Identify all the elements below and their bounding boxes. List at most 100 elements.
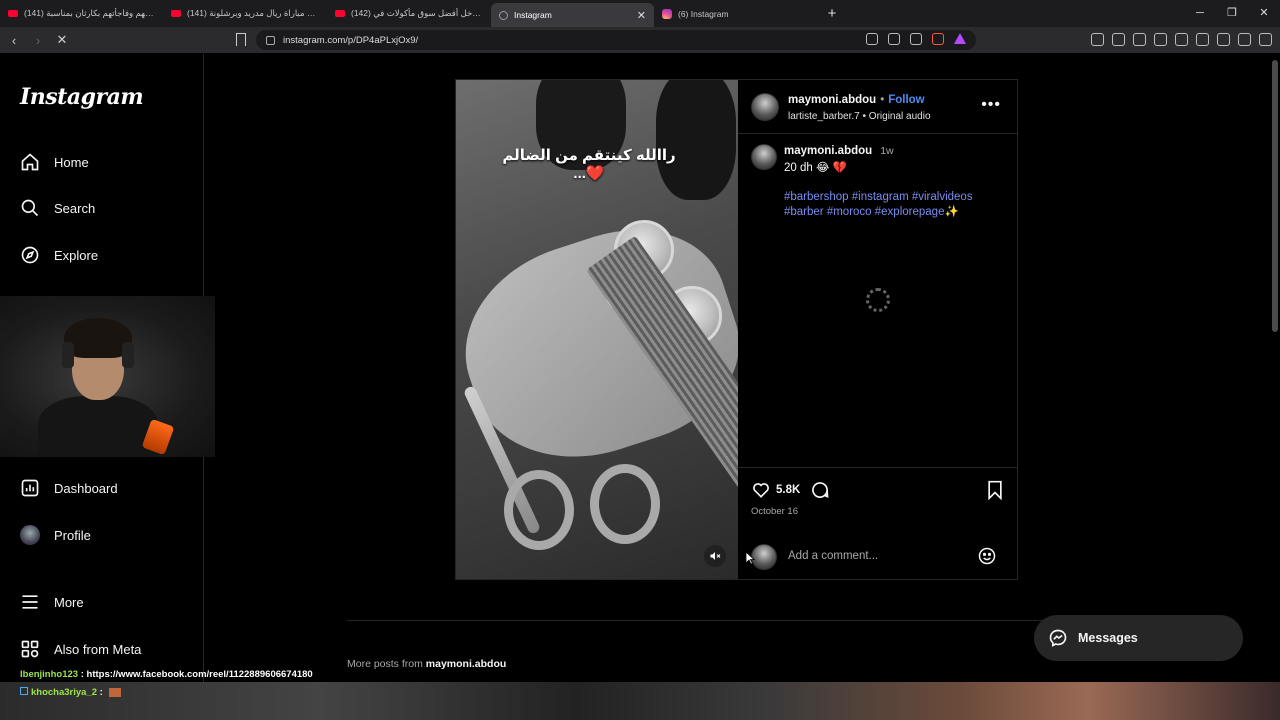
cast-icon[interactable] (866, 33, 878, 45)
close-window-icon[interactable]: ✕ (1248, 0, 1280, 27)
sidebar-item-search[interactable]: Search (20, 196, 95, 220)
browser-tab-5[interactable]: (6) Instagram (654, 0, 817, 27)
download-icon[interactable] (1133, 33, 1146, 46)
screenshot-icon[interactable] (1112, 33, 1125, 46)
menu-icon[interactable] (1259, 33, 1272, 46)
chat-message: : (97, 687, 103, 698)
close-tab-icon[interactable]: ✕ (637, 9, 646, 22)
forward-icon[interactable]: › (28, 33, 48, 48)
video-overlay-text: راالله كينتقم من الضالم❤️... (502, 147, 676, 182)
hashtag-line[interactable]: #barber #moroco #explorepage✨ (784, 205, 1004, 220)
sidebar-item-dashboard[interactable]: Dashboard (20, 476, 118, 500)
tab-label: Instagram (514, 10, 552, 20)
bookmark-page-icon[interactable] (236, 33, 246, 46)
toolbar-icons (1091, 33, 1272, 46)
scissors-ring (590, 464, 660, 544)
emoji-icon[interactable] (977, 546, 997, 571)
audio-line: lartiste_barber.7 • Original audio (788, 111, 931, 122)
home-icon (20, 152, 40, 172)
browser-tab-1[interactable]: (141) جمعتهم وفاجأتهم بكارثان بمناسبة (0, 0, 163, 27)
extensions-icon[interactable] (1091, 33, 1104, 46)
caption-time: 1w (880, 145, 894, 157)
leo-ai-icon[interactable] (1217, 33, 1230, 46)
minimize-icon[interactable]: ─ (1184, 0, 1216, 27)
new-tab-button[interactable]: + (817, 5, 847, 22)
stop-loading-icon[interactable]: ✕ (52, 32, 72, 48)
chat-username: khocha3riya_2 (31, 687, 98, 698)
sidebar-item-label: Dashboard (54, 480, 118, 496)
search-icon (20, 198, 40, 218)
site-info-icon[interactable] (266, 35, 275, 45)
tab-label: (142) جولة داخل أفضل سوق مأكولات في (351, 8, 483, 18)
muted-speaker-icon (710, 552, 721, 560)
audio-label[interactable]: Original audio (869, 111, 931, 122)
comment-input[interactable] (788, 550, 968, 562)
sidebar-item-label: Profile (54, 527, 91, 543)
share-icon[interactable] (910, 33, 922, 45)
compass-icon (20, 245, 40, 265)
browser-tab-active[interactable]: Instagram ✕ (491, 3, 654, 27)
wallet-icon[interactable] (1196, 33, 1209, 46)
menu-icon (20, 592, 40, 612)
mouse-cursor-icon (745, 551, 755, 565)
instagram-logo[interactable]: Instagram (20, 84, 144, 110)
more-options-icon[interactable]: ••• (981, 96, 1001, 114)
music-icon[interactable] (1154, 33, 1167, 46)
sidebar-item-label: Search (54, 200, 96, 216)
more-posts-prefix: More posts from (347, 658, 426, 670)
hashtag-line[interactable]: #barbershop #instagram #viralvideos (784, 190, 1004, 205)
window-controls: ─ ❐ ✕ (1184, 0, 1280, 27)
meta-apps-icon (20, 639, 40, 659)
chat-message: : https://www.facebook.com/reel/11228896… (78, 669, 313, 680)
vpn-icon[interactable] (1238, 33, 1251, 46)
comment-icon[interactable] (810, 480, 830, 505)
messages-button[interactable]: Messages (1034, 615, 1243, 661)
caption-avatar[interactable] (751, 144, 777, 170)
restore-icon[interactable]: ❐ (1216, 0, 1248, 27)
post-details-panel: maymoni.abdou • Follow lartiste_barber.7 •… (738, 80, 1017, 579)
browser-tab-3[interactable]: (142) جولة داخل أفضل سوق مأكولات في (327, 0, 491, 27)
dashboard-icon (20, 478, 40, 498)
more-posts-username[interactable]: maymoni.abdou (426, 658, 507, 670)
loading-spinner-icon (866, 288, 890, 312)
sidebar-item-label: More (54, 594, 84, 610)
like-count[interactable]: 5.8K (776, 484, 800, 496)
headset-icon (122, 342, 134, 368)
follow-button[interactable]: Follow (888, 94, 924, 106)
zoom-icon[interactable] (888, 33, 900, 45)
caption-username[interactable]: maymoni.abdou (784, 145, 872, 157)
avatar (20, 525, 40, 545)
audio-username[interactable]: lartiste_barber.7 (788, 111, 860, 122)
browser-tab-2[interactable]: (141) ملخص مباراة ريال مدريد وبرشلونة (163, 0, 327, 27)
globe-icon (499, 10, 508, 20)
sidebar-item-more[interactable]: More (20, 590, 84, 614)
sidebar-item-home[interactable]: Home (20, 150, 89, 174)
save-bookmark-icon[interactable] (986, 480, 1004, 505)
author-username[interactable]: maymoni.abdou (788, 94, 876, 106)
post-video[interactable]: راالله كينتقم من الضالم❤️... (456, 80, 738, 579)
like-icon[interactable] (751, 480, 771, 505)
url-text: instagram.com/p/DP4aPLxjOx9/ (283, 34, 419, 46)
comment-row (738, 532, 1017, 580)
sidebar-item-profile[interactable]: Profile (20, 523, 91, 547)
instagram-icon (662, 8, 672, 19)
sidebar-item-label: Explore (54, 247, 99, 263)
sidebar-item-also-from-meta[interactable]: Also from Meta (20, 637, 141, 661)
webcam-person-body (38, 396, 158, 457)
sidebar-item-explore[interactable]: Explore (20, 243, 98, 267)
author-avatar[interactable] (751, 93, 779, 121)
brave-shields-icon[interactable] (932, 33, 944, 45)
youtube-icon (335, 10, 345, 17)
url-action-icons (866, 33, 966, 45)
browser-tab-bar: (141) جمعتهم وفاجأتهم بكارثان بمناسبة (1… (0, 0, 1280, 27)
page-scrollbar[interactable] (1272, 60, 1278, 332)
brave-rewards-icon[interactable] (954, 33, 966, 44)
sidebar-toggle-icon[interactable] (1175, 33, 1188, 46)
back-icon[interactable]: ‹ (4, 33, 24, 48)
sidebar-item-label: Home (54, 154, 89, 170)
mute-button[interactable] (704, 545, 726, 567)
caption-text: 20 dh 😂 💔 (784, 162, 847, 174)
more-posts-heading: More posts from maymoni.abdou (347, 658, 506, 670)
chat-badge-icon (20, 687, 28, 695)
post-date: October 16 (751, 506, 798, 517)
